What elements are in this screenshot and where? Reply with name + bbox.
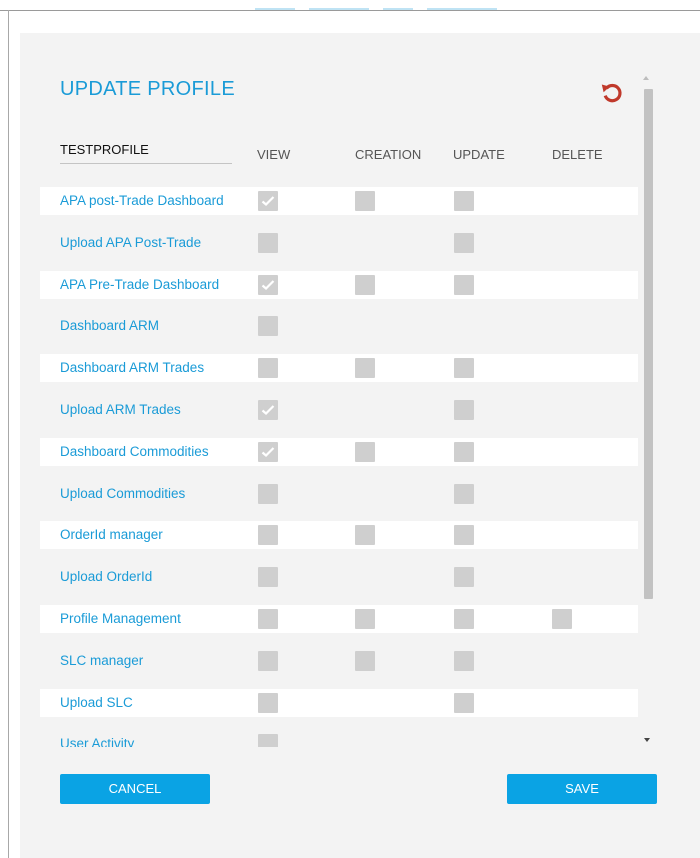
creation-checkbox[interactable] <box>355 275 375 295</box>
checkmark-icon <box>261 196 275 206</box>
background-left-border <box>8 10 9 858</box>
permission-row: Upload Commodities <box>40 480 638 508</box>
checkmark-icon <box>261 447 275 457</box>
permission-row-label[interactable]: User Activity <box>60 736 134 747</box>
permission-row: Upload OrderId <box>40 563 638 591</box>
update-checkbox[interactable] <box>454 233 474 253</box>
permission-row-label[interactable]: APA Pre-Trade Dashboard <box>60 277 219 292</box>
permission-row-label[interactable]: Profile Management <box>60 611 181 626</box>
update-checkbox[interactable] <box>454 693 474 713</box>
permission-row-label[interactable]: Dashboard ARM <box>60 318 159 333</box>
creation-checkbox[interactable] <box>355 442 375 462</box>
refresh-icon[interactable] <box>597 78 627 108</box>
column-header-update: UPDATE <box>453 147 505 162</box>
checkmark-icon <box>261 405 275 415</box>
permission-row-label[interactable]: OrderId manager <box>60 527 163 542</box>
update-checkbox[interactable] <box>454 358 474 378</box>
update-checkbox[interactable] <box>454 651 474 671</box>
permission-row: Upload APA Post-Trade <box>40 229 638 257</box>
permission-row-label[interactable]: Dashboard Commodities <box>60 444 209 459</box>
permission-row-label[interactable]: SLC manager <box>60 653 143 668</box>
permission-row-label[interactable]: Upload APA Post-Trade <box>60 235 201 250</box>
creation-checkbox[interactable] <box>355 358 375 378</box>
view-checkbox[interactable] <box>258 693 278 713</box>
column-header-view: VIEW <box>257 147 291 162</box>
creation-checkbox[interactable] <box>355 651 375 671</box>
creation-checkbox[interactable] <box>355 609 375 629</box>
scroll-down-arrow-icon[interactable] <box>644 738 650 742</box>
update-profile-modal: UPDATE PROFILE TESTPROFILE VIEW CREATION… <box>20 33 700 858</box>
update-checkbox[interactable] <box>454 609 474 629</box>
background-obscured-heading <box>255 0 525 10</box>
permission-row: Profile Management <box>40 605 638 633</box>
column-header-delete: DELETE <box>552 147 603 162</box>
creation-checkbox[interactable] <box>355 525 375 545</box>
permission-row: User Activity <box>40 730 638 747</box>
view-checkbox[interactable] <box>258 567 278 587</box>
view-checkbox[interactable] <box>258 484 278 504</box>
permission-row: Dashboard ARM Trades <box>40 354 638 382</box>
view-checkbox[interactable] <box>258 316 278 336</box>
permission-row: APA Pre-Trade Dashboard <box>40 271 638 299</box>
update-checkbox[interactable] <box>454 567 474 587</box>
view-checkbox[interactable] <box>258 609 278 629</box>
creation-checkbox[interactable] <box>355 191 375 211</box>
permission-row: APA post-Trade Dashboard <box>40 187 638 215</box>
modal-title: UPDATE PROFILE <box>60 78 235 100</box>
delete-checkbox[interactable] <box>552 609 572 629</box>
view-checkbox[interactable] <box>258 358 278 378</box>
permission-row: Dashboard ARM <box>40 312 638 340</box>
scrollbar-thumb[interactable] <box>644 89 653 599</box>
update-checkbox[interactable] <box>454 442 474 462</box>
permission-row-label[interactable]: Upload SLC <box>60 695 133 710</box>
view-checkbox[interactable] <box>258 525 278 545</box>
update-checkbox[interactable] <box>454 400 474 420</box>
permission-row: OrderId manager <box>40 521 638 549</box>
view-checkbox[interactable] <box>258 734 278 747</box>
view-checkbox[interactable] <box>258 191 278 211</box>
update-checkbox[interactable] <box>454 525 474 545</box>
permission-row-label[interactable]: Upload OrderId <box>60 569 152 584</box>
permission-row-label[interactable]: Upload Commodities <box>60 486 185 501</box>
view-checkbox[interactable] <box>258 442 278 462</box>
permission-row-label[interactable]: Upload ARM Trades <box>60 402 181 417</box>
update-checkbox[interactable] <box>454 191 474 211</box>
checkmark-icon <box>261 280 275 290</box>
cancel-button[interactable]: CANCEL <box>60 774 210 804</box>
permission-row: Upload ARM Trades <box>40 396 638 424</box>
view-checkbox[interactable] <box>258 651 278 671</box>
permission-row: Dashboard Commodities <box>40 438 638 466</box>
view-checkbox[interactable] <box>258 275 278 295</box>
permission-row-label[interactable]: Dashboard ARM Trades <box>60 360 204 375</box>
column-header-creation: CREATION <box>355 147 422 162</box>
update-checkbox[interactable] <box>454 275 474 295</box>
update-checkbox[interactable] <box>454 484 474 504</box>
permissions-list[interactable]: APA post-Trade Dashboard Upload APA Post-… <box>40 180 638 747</box>
scrollbar[interactable] <box>640 76 654 746</box>
permission-row-label[interactable]: APA post-Trade Dashboard <box>60 193 224 208</box>
view-checkbox[interactable] <box>258 233 278 253</box>
scroll-up-arrow-icon[interactable] <box>643 76 649 80</box>
background-top-border <box>0 10 700 11</box>
permission-row: SLC manager <box>40 647 638 675</box>
view-checkbox[interactable] <box>258 400 278 420</box>
permission-row: Upload SLC <box>40 689 638 717</box>
save-button[interactable]: SAVE <box>507 774 657 804</box>
profile-name-field[interactable]: TESTPROFILE <box>60 142 232 164</box>
